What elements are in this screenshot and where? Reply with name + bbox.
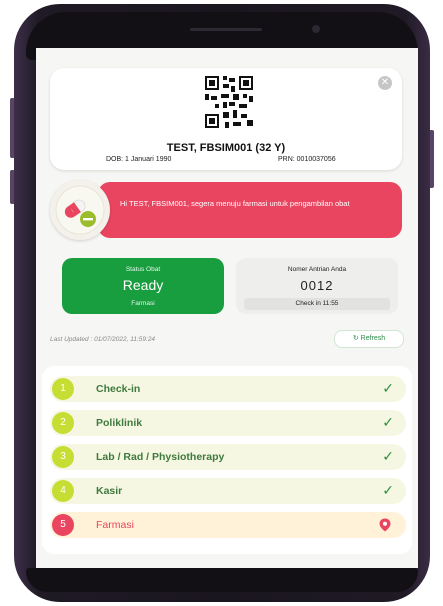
step-check-in[interactable]: 1 Check-in ✓ (50, 376, 406, 402)
progress-steps: 1 Check-in ✓ 2 Poliklinik ✓ 3 Lab / Rad … (42, 366, 412, 554)
step-lab-rad-physiotherapy[interactable]: 3 Lab / Rad / Physiotherapy ✓ (50, 444, 406, 470)
step-kasir[interactable]: 4 Kasir ✓ (50, 478, 406, 504)
app-screen: ✕ TEST, FBSIM001 (32 Y) DOB: 1 Januari 1… (36, 48, 418, 568)
patient-name: TEST, FBSIM001 (32 Y) (166, 142, 286, 154)
phone-bottom-bezel (26, 568, 418, 592)
checkin-time: Check in 11:55 (244, 298, 390, 310)
step-number: 2 (52, 412, 74, 434)
queue-label: Nomer Antrian Anda (287, 266, 347, 273)
pill-icon (50, 180, 110, 240)
step-label: Check-in (96, 383, 141, 395)
step-number: 4 (52, 480, 74, 502)
queue-number-card: Nomer Antrian Anda 0012 Check in 11:55 (236, 258, 398, 314)
queue-number: 0012 (300, 278, 334, 293)
step-label: Lab / Rad / Physiotherapy (96, 451, 225, 463)
patient-card: ✕ TEST, FBSIM001 (32 Y) DOB: 1 Januari 1… (50, 68, 402, 170)
earpiece-speaker (190, 28, 262, 31)
step-number: 3 (52, 446, 74, 468)
checkmark-icon: ✓ (382, 482, 394, 498)
step-label: Farmasi (96, 519, 134, 531)
refresh-icon: ↻ (352, 335, 359, 342)
location-pin-icon (379, 518, 391, 532)
status-label: Status Obat (125, 266, 161, 273)
last-updated-text: Last Updated : 01/07/2022, 11:59:24 (50, 336, 156, 343)
checkmark-icon: ✓ (382, 414, 394, 430)
notification-message: Hi TEST, FBSIM001, segera menuju farmasi… (120, 199, 350, 208)
front-camera (312, 25, 320, 33)
checkmark-icon: ✓ (382, 380, 394, 396)
step-label: Kasir (96, 485, 123, 497)
medication-status-card: Status Obat Ready Farmasi (62, 258, 224, 314)
refresh-button[interactable]: ↻ Refresh (334, 330, 404, 348)
checkmark-icon: ✓ (382, 448, 394, 464)
status-value: Ready (122, 277, 164, 293)
refresh-label: Refresh (360, 335, 386, 342)
notification-banner: Hi TEST, FBSIM001, segera menuju farmasi… (50, 180, 402, 240)
status-location: Farmasi (131, 300, 155, 307)
step-label: Poliklinik (96, 417, 143, 429)
step-poliklinik[interactable]: 2 Poliklinik ✓ (50, 410, 406, 436)
step-number: 1 (52, 378, 74, 400)
step-number: 5 (52, 514, 74, 536)
close-icon[interactable]: ✕ (378, 76, 392, 90)
patient-prn: PRN: 0010037056 (278, 156, 336, 163)
notification-banner-background (98, 182, 402, 238)
qr-code[interactable] (205, 76, 253, 128)
patient-dob: DOB: 1 Januari 1990 (106, 156, 172, 163)
step-farmasi[interactable]: 5 Farmasi (50, 512, 406, 538)
